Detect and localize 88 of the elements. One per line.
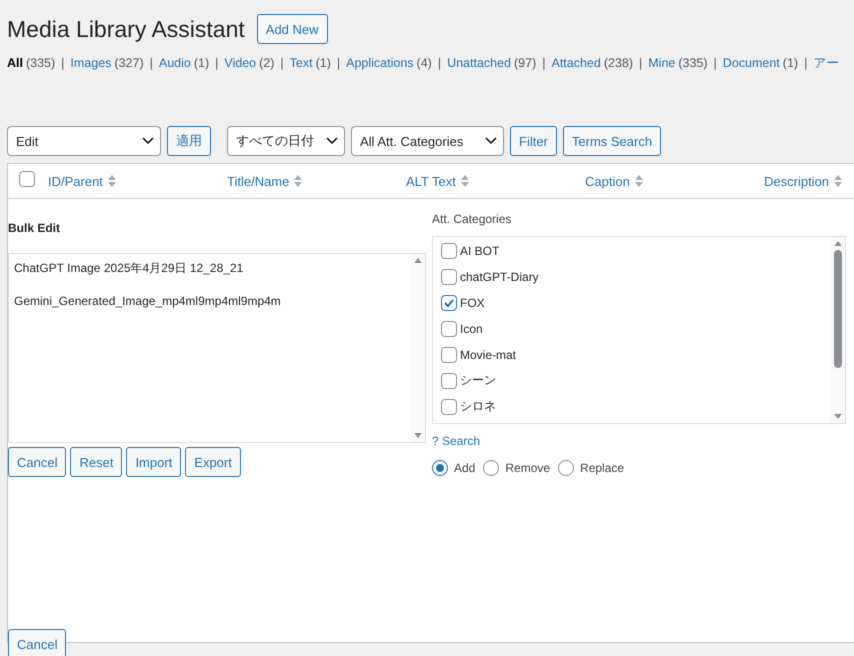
filter-link[interactable]: Unattached	[447, 56, 511, 70]
scroll-down-icon	[834, 414, 842, 419]
chevron-down-icon	[326, 137, 338, 145]
category-select[interactable]: All Att. Categories	[351, 126, 504, 156]
filter-count: (327)	[114, 56, 144, 70]
separator: |	[438, 56, 442, 70]
column-header[interactable]: Title/Name	[227, 174, 290, 188]
filter-link[interactable]: Text	[290, 56, 313, 70]
scroll-down-icon	[414, 433, 422, 438]
column-header[interactable]: ID/Parent	[48, 174, 103, 188]
apply-button[interactable]: 適用	[167, 126, 211, 156]
chevron-down-icon	[142, 137, 154, 145]
separator: |	[804, 56, 808, 70]
terms-search-button[interactable]: Terms Search	[562, 126, 662, 156]
filter-count: (97)	[514, 56, 536, 70]
page-title: Media Library Assistant	[7, 16, 245, 42]
column-header[interactable]: Description	[764, 174, 830, 188]
chevron-down-icon	[485, 137, 497, 145]
filter-count: (335)	[678, 56, 708, 70]
date-select[interactable]: すべての日付	[227, 126, 345, 156]
separator: |	[542, 56, 546, 70]
sort-icon	[834, 174, 842, 188]
filter-link[interactable]: Mine	[648, 56, 676, 70]
sort-icon	[634, 174, 643, 188]
bulk-action-select[interactable]: Edit	[7, 126, 161, 156]
category-label: シロネ	[460, 398, 496, 415]
filter-count: (1)	[194, 56, 210, 70]
scroll-up-icon	[414, 258, 422, 263]
separator: |	[336, 56, 340, 70]
filter-link[interactable]: Applications	[346, 56, 414, 70]
mode-radio[interactable]	[483, 460, 500, 476]
filter-link[interactable]: Audio	[158, 56, 191, 70]
category-checkbox[interactable]	[441, 242, 457, 258]
action-button[interactable]: Import	[126, 447, 182, 477]
search-link[interactable]: ? Search	[432, 434, 846, 448]
category-label: シーン	[460, 372, 496, 389]
mode-label: Replace	[580, 461, 624, 475]
mode-label: Remove	[505, 461, 550, 475]
scrollbar-thumb[interactable]	[834, 250, 842, 368]
column-header[interactable]: Caption	[585, 174, 630, 188]
select-all-checkbox[interactable]	[19, 170, 35, 186]
sort-icon	[460, 174, 469, 188]
add-new-button[interactable]: Add New	[256, 14, 328, 44]
category-label: FOX	[460, 296, 485, 310]
item-title: ChatGPT Image 2025年4月29日 12_28_21	[14, 260, 244, 277]
mode-radio[interactable]	[558, 460, 574, 476]
separator: |	[150, 56, 153, 70]
category-label: chatGPT-Diary	[460, 270, 539, 284]
separator: |	[280, 56, 284, 70]
category-checkbox[interactable]	[441, 346, 457, 362]
filter-count: (4)	[416, 56, 432, 70]
separator: |	[714, 56, 717, 70]
scroll-up-icon	[834, 241, 842, 246]
column-header[interactable]: ALT Text	[406, 174, 456, 188]
sort-icon	[108, 174, 116, 188]
category-label: AI BOT	[460, 244, 500, 258]
category-label: Icon	[460, 322, 483, 336]
filter-button[interactable]: Filter	[510, 126, 557, 156]
filter-link[interactable]: Document	[722, 56, 780, 70]
filter-link[interactable]: Video	[224, 56, 256, 70]
separator: |	[639, 56, 642, 70]
categories-label: Att. Categories	[432, 212, 512, 226]
filter-link[interactable]: All	[7, 56, 23, 70]
category-checkbox[interactable]	[441, 294, 457, 310]
action-button[interactable]: Export	[185, 447, 241, 477]
bulk-edit-title: Bulk Edit	[8, 221, 62, 235]
category-checkbox[interactable]	[441, 372, 457, 388]
filter-count: (335)	[26, 56, 56, 70]
cancel-button[interactable]: Cancel	[8, 629, 66, 656]
filter-link[interactable]: Attached	[551, 56, 601, 70]
filter-count: (1)	[316, 56, 331, 70]
action-button[interactable]: Cancel	[8, 447, 66, 477]
filter-count: (238)	[604, 56, 634, 70]
category-checkbox[interactable]	[441, 320, 457, 336]
filter-count: (2)	[259, 56, 274, 70]
category-checkbox[interactable]	[441, 268, 457, 284]
action-button[interactable]: Reset	[70, 447, 122, 477]
mode-radio[interactable]	[432, 460, 448, 476]
filter-link[interactable]: Images	[70, 56, 112, 70]
item-title: Gemini_Generated_Image_mp4ml9mp4ml9mp4m	[14, 294, 282, 308]
filter-count: (1)	[782, 56, 798, 70]
category-label: Movie-mat	[460, 348, 516, 362]
filter-link[interactable]: アー	[813, 54, 840, 72]
mode-label: Add	[454, 461, 476, 475]
separator: |	[61, 56, 64, 70]
sort-icon	[294, 174, 302, 188]
category-checkbox[interactable]	[441, 398, 457, 414]
separator: |	[215, 56, 218, 70]
